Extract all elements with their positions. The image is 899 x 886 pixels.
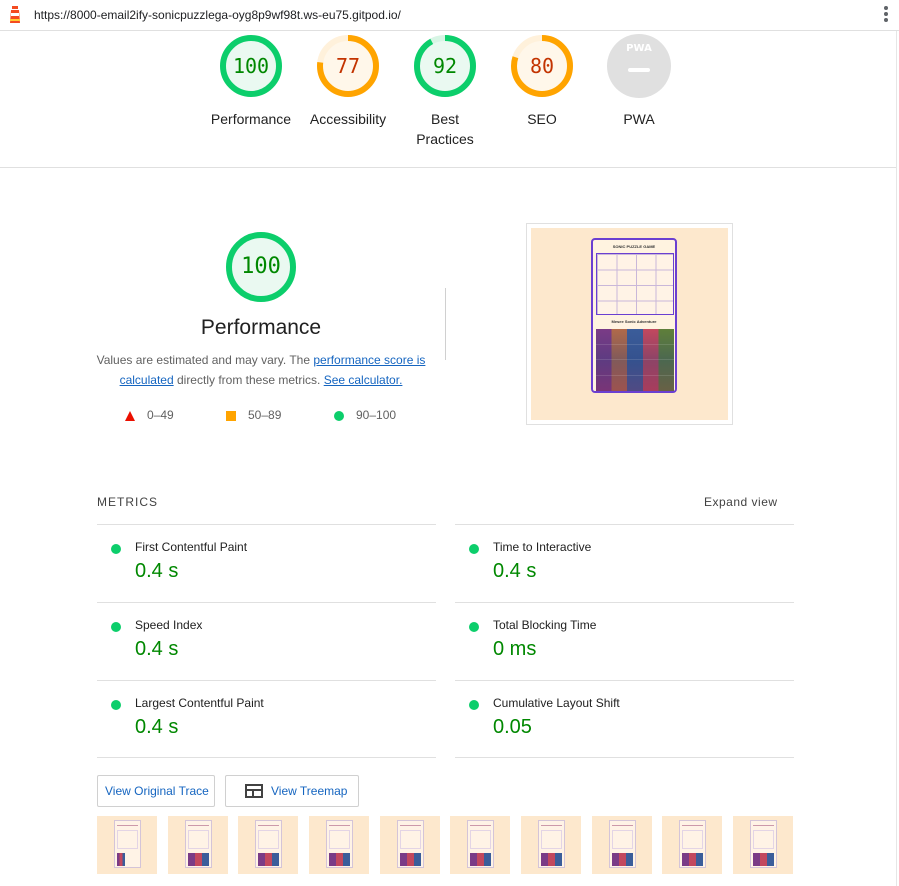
metric-title: Time to Interactive (493, 540, 592, 554)
filmstrip-frame (662, 816, 722, 874)
gauge-score: 80 (529, 54, 555, 78)
screenshot-page: SONIC PUZZLE GAME Mesee Sonic Adventure (591, 238, 677, 393)
view-original-trace-button[interactable]: View Original Trace (97, 775, 215, 807)
expand-view-toggle[interactable]: Expand view (704, 495, 778, 509)
performance-title: Performance (200, 316, 322, 339)
filmstrip-frame (450, 816, 510, 874)
view-treemap-button[interactable]: View Treemap (225, 775, 359, 807)
metrics-heading: METRICS (97, 495, 158, 509)
scrollbar[interactable] (896, 31, 897, 886)
see-calculator-link[interactable]: See calculator. (324, 373, 403, 387)
metric-value: 0.4 s (135, 560, 179, 582)
square-icon (226, 410, 236, 421)
gauge-accessibility[interactable]: 77 Accessibility (298, 33, 398, 129)
metric-value: 0.4 s (493, 560, 537, 582)
pwa-badge-text: PWA (626, 43, 652, 54)
gauge-score: 100 (232, 54, 270, 78)
metric-total-blocking-time: Total Blocking Time 0 ms (455, 602, 794, 680)
metric-title: Cumulative Layout Shift (493, 696, 620, 710)
screenshot-puzzle-title: Mesee Sonic Adventure (611, 319, 657, 324)
pass-circle-icon (469, 622, 479, 632)
treemap-icon (245, 783, 263, 798)
url-bar: https://8000-email2ify-sonicpuzzlega-oyg… (0, 0, 899, 31)
metric-cumulative-layout-shift: Cumulative Layout Shift 0.05 (455, 680, 794, 758)
filmstrip-frame (97, 816, 157, 874)
triangle-icon (125, 410, 135, 421)
metric-value: 0.05 (493, 716, 532, 738)
screenshot-app-title: SONIC PUZZLE GAME (612, 244, 656, 249)
filmstrip-frame (309, 816, 369, 874)
filmstrip-frame (592, 816, 652, 874)
button-label: View Original Trace (105, 784, 209, 798)
lighthouse-icon (10, 6, 20, 23)
legend-label: 0–49 (147, 408, 174, 422)
score-gauges-row: 100 Performance 77 Accessibility 92 Best… (0, 31, 896, 168)
desc-text: Values are estimated and may vary. The (96, 353, 314, 367)
performance-score: 100 (241, 254, 281, 279)
divider (97, 757, 436, 758)
legend-average: 50–89 (226, 408, 281, 422)
puzzle-tiles (596, 329, 674, 391)
metric-value: 0.4 s (135, 716, 179, 738)
pass-circle-icon (111, 622, 121, 632)
gauge-label: Accessibility (309, 111, 387, 127)
gauge-score: 77 (335, 54, 361, 78)
filmstrip-frame (380, 816, 440, 874)
gauge-performance[interactable]: 100 Performance (201, 33, 301, 129)
gauge-seo[interactable]: 80 SEO (492, 33, 592, 129)
gauge-label: Best Practices (416, 111, 474, 147)
filmstrip-frame (238, 816, 298, 874)
pass-circle-icon (111, 700, 121, 710)
button-label: View Treemap (271, 784, 348, 798)
metric-title: Speed Index (135, 618, 203, 632)
circle-icon (334, 410, 344, 421)
filmstrip-frame (168, 816, 228, 874)
pass-circle-icon (469, 544, 479, 554)
metric-title: Total Blocking Time (493, 618, 597, 632)
desc-text: directly from these metrics. (173, 373, 324, 387)
legend-fail: 0–49 (125, 408, 174, 422)
page-url[interactable]: https://8000-email2ify-sonicpuzzlega-oyg… (34, 8, 401, 22)
filmstrip-frame (521, 816, 581, 874)
legend-label: 90–100 (356, 408, 397, 422)
final-screenshot[interactable]: SONIC PUZZLE GAME Mesee Sonic Adventure (526, 223, 733, 425)
gauge-pwa[interactable]: PWA PWA (589, 33, 689, 129)
gauge-label: PWA (623, 111, 655, 127)
more-options-icon[interactable] (881, 6, 891, 24)
filmstrip-frame (733, 816, 793, 874)
legend-label: 50–89 (248, 408, 282, 422)
gauge-label: Performance (210, 111, 292, 127)
divider (455, 757, 794, 758)
metric-first-contentful-paint: First Contentful Paint 0.4 s (97, 524, 436, 602)
metric-title: First Contentful Paint (135, 540, 248, 554)
metric-value: 0.4 s (135, 638, 179, 660)
gauge-score: 92 (432, 54, 458, 78)
performance-gauge: 100 (224, 230, 298, 304)
pass-circle-icon (469, 700, 479, 710)
legend-pass: 90–100 (334, 408, 396, 422)
gauge-label: SEO (527, 111, 557, 127)
metric-value: 0 ms (493, 638, 537, 660)
puzzle-grid (596, 253, 674, 315)
pass-circle-icon (111, 544, 121, 554)
gauge-best-practices[interactable]: 92 Best Practices (395, 33, 495, 149)
metric-largest-contentful-paint: Largest Contentful Paint 0.4 s (97, 680, 436, 758)
divider (445, 288, 446, 360)
metric-speed-index: Speed Index 0.4 s (97, 602, 436, 680)
metric-title: Largest Contentful Paint (135, 696, 264, 710)
performance-description: Values are estimated and may vary. The p… (96, 350, 426, 390)
metric-time-to-interactive: Time to Interactive 0.4 s (455, 524, 794, 602)
